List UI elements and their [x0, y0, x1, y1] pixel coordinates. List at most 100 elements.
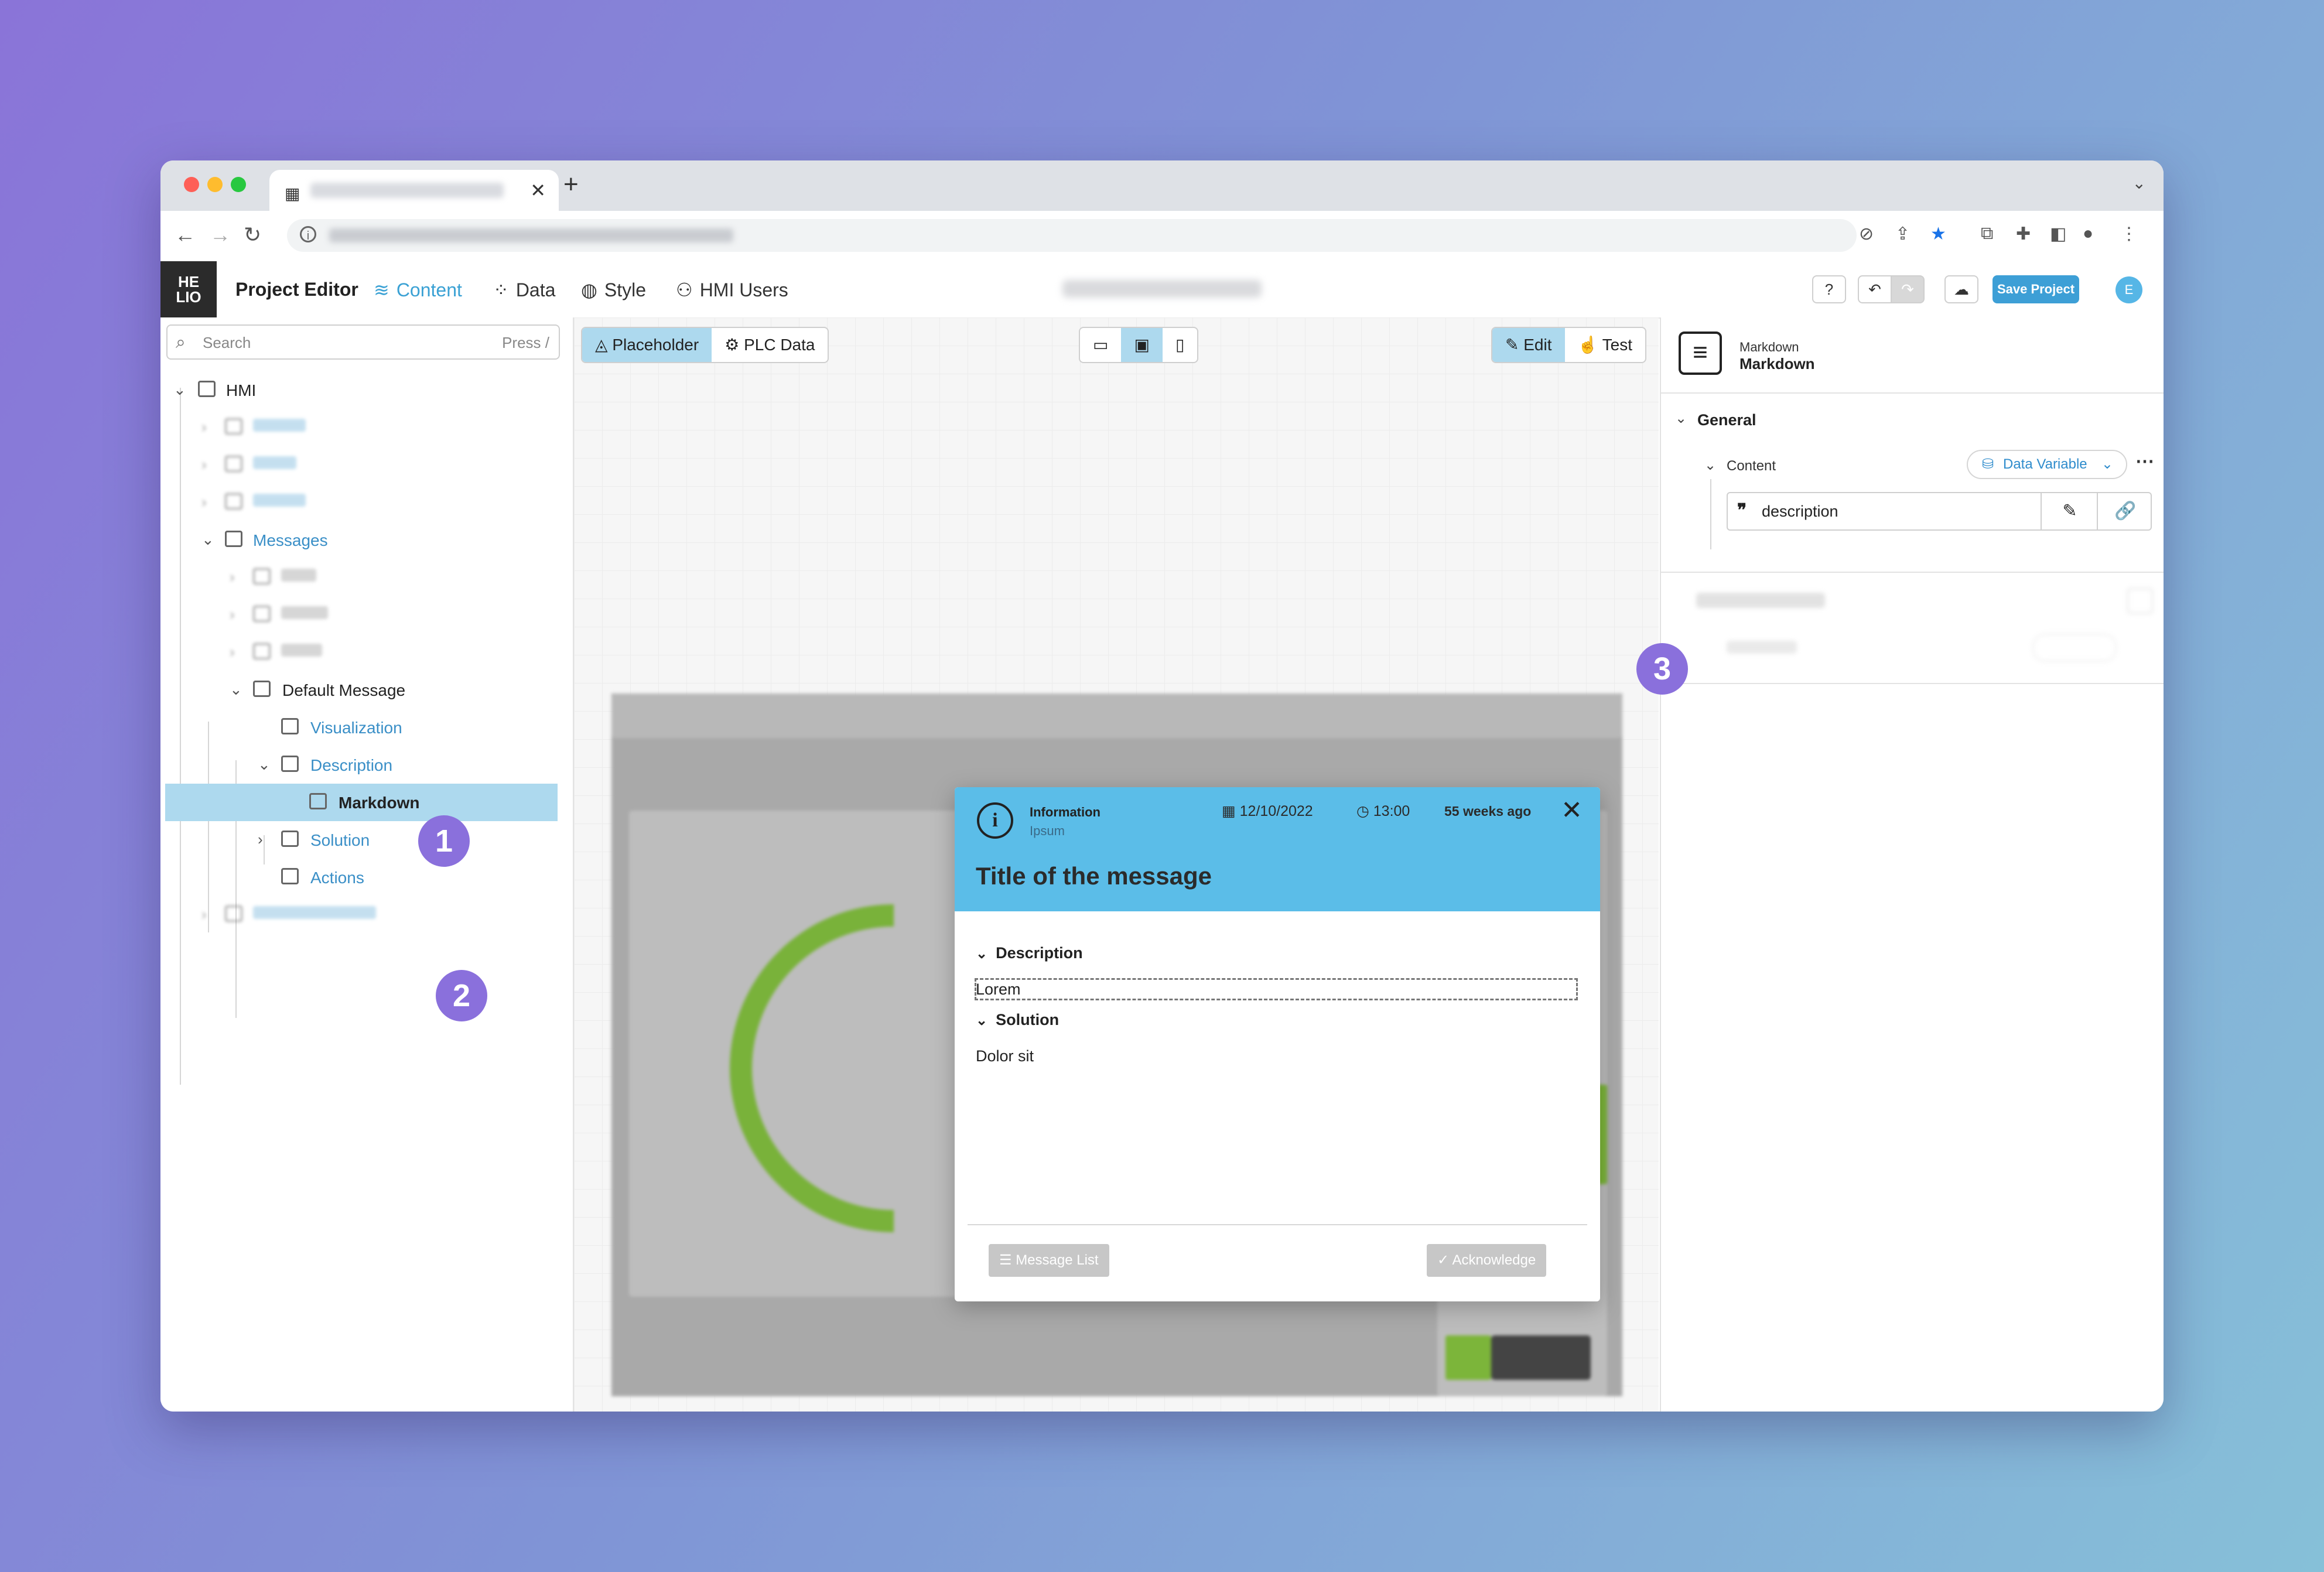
message-subtitle: Ipsum: [1030, 823, 1065, 838]
nav-style[interactable]: ◍ Style: [581, 279, 646, 301]
content-variable-field[interactable]: ❞ description ✎ 🔗: [1727, 492, 2152, 531]
tree-search-input[interactable]: ⌕ Search Press /: [166, 324, 560, 360]
redo-button[interactable]: ↷: [1891, 275, 1925, 303]
chevron-down-icon[interactable]: ⌄: [201, 531, 214, 549]
message-list-button[interactable]: ☰ Message List: [989, 1244, 1109, 1277]
check-icon: ✓: [1437, 1252, 1452, 1268]
content-variable-value: description: [1762, 503, 1838, 520]
side-panel-icon[interactable]: ◧: [2050, 224, 2066, 244]
edit-variable-button[interactable]: ✎: [2041, 493, 2098, 529]
editor-canvas[interactable]: ◬ Placeholder ⚙ PLC Data ▭ ▣ ▯ ✎ Edit ☝ …: [574, 317, 1659, 1412]
new-tab-icon[interactable]: +: [563, 170, 579, 199]
edit-tab[interactable]: ✎ Edit: [1492, 328, 1565, 362]
help-icon: ?: [1824, 281, 1834, 298]
node-icon: [225, 905, 242, 922]
address-bar[interactable]: i: [287, 219, 1857, 252]
undo-icon: ↶: [1868, 281, 1881, 298]
reload-icon[interactable]: ↻: [244, 223, 261, 247]
eye-off-icon[interactable]: ⊘: [1859, 224, 1874, 244]
screen-capture-icon[interactable]: ⧉: [1981, 224, 1993, 244]
helio-logo[interactable]: HE LIO: [160, 261, 217, 317]
tree-item-hmi[interactable]: ⌄ HMI: [160, 371, 573, 409]
user-avatar[interactable]: E: [2115, 276, 2142, 303]
viewport-toggle: ▭ ▣ ▯: [1079, 327, 1199, 363]
extensions-icon[interactable]: ✚: [2016, 224, 2031, 244]
tree-item-blurred[interactable]: ›: [160, 559, 573, 596]
back-icon[interactable]: ←: [175, 223, 196, 247]
nav-hmi-users[interactable]: ⚇ HMI Users: [676, 279, 788, 301]
tree-item-solution[interactable]: › Solution: [160, 821, 573, 859]
tree-item-blurred[interactable]: ›: [160, 634, 573, 671]
test-tab[interactable]: ☝ Test: [1565, 328, 1646, 362]
tree-item-blurred[interactable]: ›: [160, 484, 573, 521]
acknowledge-button[interactable]: ✓ Acknowledge: [1427, 1244, 1547, 1277]
node-icon: [253, 643, 271, 659]
chevron-right-icon[interactable]: ›: [258, 831, 263, 849]
tablet-view-button[interactable]: ▣: [1121, 328, 1163, 362]
undo-button[interactable]: ↶: [1858, 275, 1892, 303]
placeholder-tab[interactable]: ◬ Placeholder: [582, 328, 712, 362]
share-icon[interactable]: ⇪: [1895, 224, 1910, 244]
inspector-divider: [1661, 392, 2164, 394]
browser-window: ▦ ✕ + ⌄ ← → ↻ i ⊘ ⇪ ★ ⧉ ✚ ◧ ● ⋮ HE LIO P…: [160, 160, 2164, 1412]
message-list-label: Message List: [1016, 1252, 1099, 1268]
chevron-right-icon: ›: [201, 905, 207, 923]
tree-item-blurred[interactable]: ›: [160, 446, 573, 484]
component-type: Markdown: [1739, 340, 1799, 354]
message-dialog: i Information Ipsum ▦ 12/10/2022 ◷ 13:00…: [955, 787, 1600, 1301]
browser-menu-icon[interactable]: ⋮: [2120, 224, 2138, 244]
forward-icon[interactable]: →: [210, 223, 231, 247]
site-info-icon[interactable]: i: [300, 226, 316, 242]
solution-section-header[interactable]: ⌄ Solution: [976, 1011, 1059, 1029]
plc-data-tab-label: PLC Data: [744, 336, 815, 354]
message-header: i Information Ipsum ▦ 12/10/2022 ◷ 13:00…: [955, 787, 1600, 911]
help-button[interactable]: ?: [1812, 275, 1846, 303]
close-tab-icon[interactable]: ✕: [530, 179, 546, 201]
tree-item-actions[interactable]: Actions: [160, 859, 573, 896]
tree-item-default-message[interactable]: ⌄ Default Message: [160, 671, 573, 709]
tab-search-chevron-icon[interactable]: ⌄: [2132, 173, 2146, 193]
bookmark-star-icon[interactable]: ★: [1930, 224, 1946, 244]
cloud-sync-button[interactable]: ☁: [1944, 275, 1978, 303]
more-options-icon[interactable]: ⋯: [2135, 450, 2154, 472]
tree-item-blurred[interactable]: ›: [160, 896, 573, 934]
chip-icon: ⚙: [724, 336, 744, 354]
minimize-window-button[interactable]: [207, 177, 223, 192]
tree-item-messages[interactable]: ⌄ Messages: [160, 521, 573, 559]
close-icon[interactable]: ✕: [1561, 795, 1583, 825]
plc-data-tab[interactable]: ⚙ PLC Data: [712, 328, 828, 362]
tree-item-blurred[interactable]: ›: [160, 409, 573, 446]
tab-title-blurred: [310, 183, 504, 198]
chevron-down-icon[interactable]: ⌄: [230, 681, 242, 699]
chevron-down-icon[interactable]: ⌄: [1675, 410, 1687, 427]
save-project-button[interactable]: Save Project: [1993, 275, 2079, 303]
display-condition-toggle-blurred[interactable]: [2127, 588, 2153, 614]
project-name-blurred[interactable]: [1062, 280, 1262, 298]
message-ago: 55 weeks ago: [1444, 804, 1532, 819]
tree-item-markdown[interactable]: Markdown: [165, 784, 558, 821]
chevron-down-icon[interactable]: ⌄: [258, 756, 271, 774]
chevron-down-icon[interactable]: ⌄: [173, 381, 186, 399]
profile-icon[interactable]: ●: [2083, 224, 2093, 244]
condition-dropdown-blurred[interactable]: [2032, 634, 2117, 662]
desktop-view-button[interactable]: ▭: [1080, 328, 1121, 362]
data-variable-dropdown[interactable]: ⛁ Data Variable ⌄: [1967, 450, 2127, 479]
mobile-view-button[interactable]: ▯: [1163, 328, 1197, 362]
close-window-button[interactable]: [184, 177, 199, 192]
markdown-type-icon: ≡: [1679, 332, 1722, 375]
nav-data[interactable]: ⁘ Data: [493, 279, 555, 301]
property-guide-line: [1710, 479, 1711, 549]
tree-item-blurred[interactable]: ›: [160, 596, 573, 634]
browser-toolbar: ← → ↻ i ⊘ ⇪ ★ ⧉ ✚ ◧ ● ⋮: [160, 211, 2164, 262]
link-variable-button[interactable]: 🔗: [2097, 493, 2153, 529]
tree-item-visualization[interactable]: Visualization: [160, 709, 573, 746]
markdown-selection-outline: [975, 978, 1578, 1000]
browser-tab[interactable]: ▦ ✕: [269, 170, 559, 211]
nav-content[interactable]: ≋ Content: [374, 279, 462, 301]
maximize-window-button[interactable]: [231, 177, 246, 192]
general-section-title[interactable]: General: [1697, 411, 1756, 429]
tree-item-description[interactable]: ⌄ Description: [160, 746, 573, 784]
description-section-header[interactable]: ⌄ Description: [976, 944, 1083, 962]
display-condition-blurred[interactable]: [1696, 593, 1825, 608]
chevron-down-icon[interactable]: ⌄: [1704, 457, 1716, 474]
